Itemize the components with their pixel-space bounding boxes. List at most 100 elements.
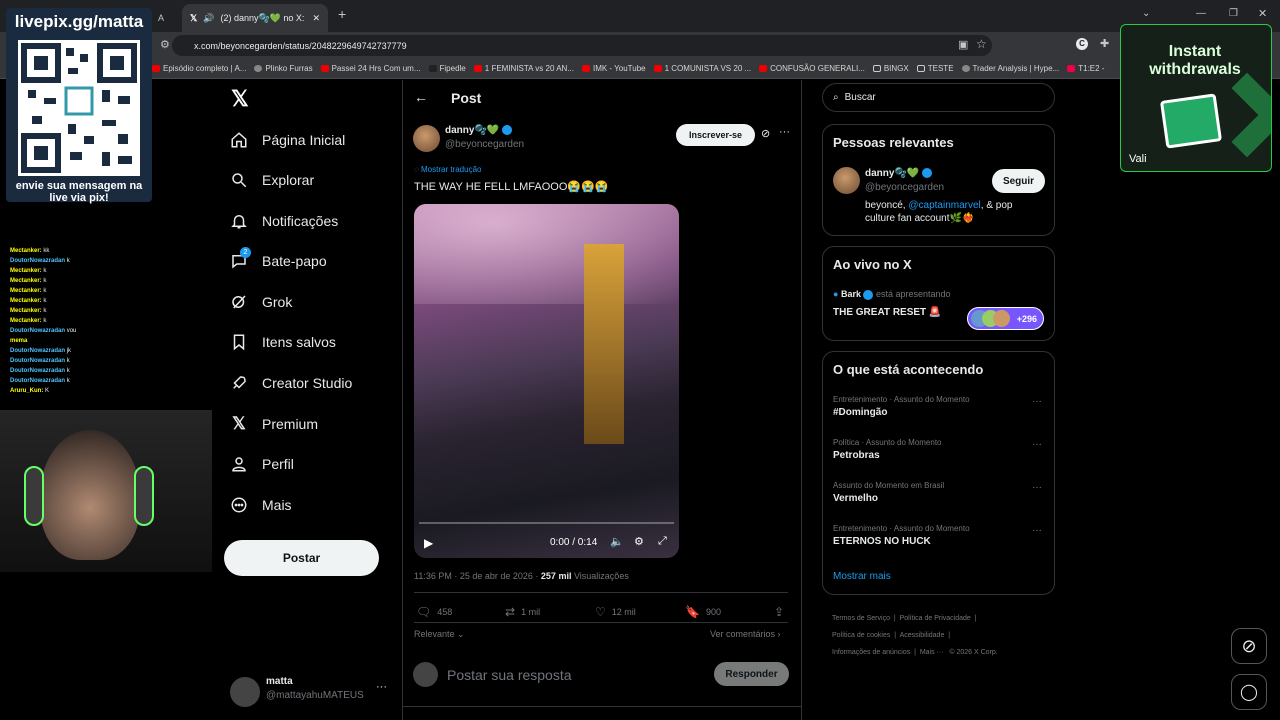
bookmark-item[interactable]: CONFUSÃO GENERALI... — [759, 64, 865, 73]
grok-fab[interactable]: ⊘ — [1231, 628, 1267, 664]
nav-more[interactable]: Mais — [230, 490, 292, 520]
chat-message: Mectanker: k — [10, 266, 150, 276]
live-host-row[interactable]: ● Bark está apresentando — [833, 289, 951, 300]
footer-link[interactable]: Termos de Serviço — [832, 615, 890, 622]
subscribe-button[interactable]: Inscrever-se — [676, 124, 755, 146]
chat-username: Mectanker: — [10, 288, 42, 294]
more-dots-icon[interactable]: ··· — [779, 126, 790, 138]
share-button[interactable]: ⇪ — [774, 605, 784, 619]
headphones-icon — [24, 466, 44, 526]
close-icon[interactable]: ✕ — [312, 13, 320, 24]
follow-button[interactable]: Seguir — [992, 169, 1045, 193]
window-close-icon[interactable]: ✕ — [1258, 7, 1267, 20]
person-name-row[interactable]: danny🫧💚 — [865, 168, 933, 179]
more-dots-icon[interactable]: ··· — [1032, 525, 1042, 536]
relevance-select[interactable]: Relevante ⌄ — [414, 629, 465, 640]
bookmark-item[interactable]: TESTE — [916, 64, 954, 73]
bookmark-item[interactable]: T1:E2 - — [1067, 64, 1104, 73]
trend-item[interactable]: Política · Assunto do Momento Petrobras — [833, 438, 942, 461]
nav-profile[interactable]: Perfil — [230, 449, 294, 479]
author-name-row[interactable]: danny🫧💚 — [445, 125, 513, 136]
translate-link[interactable]: ◌ Mostrar tradução — [414, 165, 481, 174]
nav-label: Itens salvos — [262, 334, 336, 350]
footer-link[interactable]: Política de Privacidade — [900, 615, 971, 622]
footer-link[interactable]: Acessibilidade — [900, 632, 945, 639]
bookmark-button[interactable]: 🔖 900 — [685, 605, 721, 619]
tab-label: (2) danny🫧💚 no X: "THE — [220, 12, 306, 23]
bookmark-item[interactable]: BINGX — [872, 64, 909, 73]
bookmark-item[interactable]: Passei 24 Hrs Com um... — [320, 64, 421, 73]
volume-icon[interactable]: 🔈 — [610, 535, 624, 548]
new-tab-button[interactable]: + — [338, 6, 346, 22]
bookmark-item[interactable]: Fipedle — [428, 64, 466, 73]
tab-active[interactable]: 𝕏 🔊 (2) danny🫧💚 no X: "THE ✕ — [182, 4, 328, 32]
post-button[interactable]: Postar — [224, 540, 379, 576]
chat-message: DoutorNowazradan jk — [10, 346, 150, 356]
nav-chat[interactable]: 2 Bate-papo — [230, 246, 327, 276]
extensions-icon[interactable]: ✚ — [1100, 37, 1109, 50]
account-switcher[interactable]: matta @mattayahuMATEUS ··· — [230, 675, 400, 709]
author-avatar[interactable] — [413, 125, 440, 152]
more-dots-icon[interactable]: ··· — [376, 681, 387, 693]
extension-c-icon[interactable]: C — [1076, 38, 1088, 50]
author-handle[interactable]: @beyoncegarden — [445, 139, 524, 150]
nav-home[interactable]: Página Inicial — [230, 125, 345, 155]
bookmark-item[interactable]: Plinko Furras — [254, 64, 313, 73]
nav-premium[interactable]: 𝕏 Premium — [230, 409, 318, 439]
reply-submit-button[interactable]: Responder — [714, 662, 789, 686]
maximize-icon[interactable]: ❐ — [1229, 8, 1238, 19]
bookmark-item[interactable]: 1 FEMINISTA vs 20 AN... — [473, 64, 574, 73]
view-quotes-link[interactable]: Ver comentários › — [710, 629, 781, 639]
repost-button[interactable]: ⇄ 1 mil — [505, 605, 540, 619]
minimize-icon[interactable]: — — [1196, 8, 1206, 19]
footer-link[interactable]: Informações de anúncios — [832, 649, 910, 656]
back-arrow-icon[interactable]: ← — [414, 89, 428, 105]
more-dots-icon[interactable]: ··· — [1032, 439, 1042, 450]
nav-notifications[interactable]: Notificações — [230, 206, 338, 236]
tab-search-icon[interactable]: ⌄ — [1142, 8, 1150, 19]
bookmark-label: Trader Analysis | Hype... — [972, 64, 1060, 73]
footer-link[interactable]: Mais ··· — [920, 649, 944, 656]
trend-item[interactable]: Entretenimento · Assunto do Momento #Dom… — [833, 395, 970, 418]
bookmark-label: CONFUSÃO GENERALI... — [770, 64, 865, 73]
nav-grok[interactable]: Grok — [230, 287, 292, 317]
nav-bookmarks[interactable]: Itens salvos — [230, 327, 336, 357]
nav-creator-studio[interactable]: Creator Studio — [230, 368, 352, 398]
search-input[interactable]: ⌕ Buscar — [822, 83, 1055, 112]
tab-previous[interactable]: A — [150, 4, 176, 32]
video-progress-track[interactable] — [419, 522, 674, 524]
bookmark-item[interactable]: 1 COMUNISTA VS 20 ... — [653, 64, 751, 73]
chat-badge: 2 — [240, 247, 251, 258]
bookmark-item[interactable]: IMK - YouTube — [581, 64, 646, 73]
reply-button[interactable]: 🗨 458 — [416, 605, 452, 619]
reply-input[interactable]: Postar sua resposta — [447, 667, 572, 683]
more-dots-icon[interactable]: ··· — [1032, 482, 1042, 493]
like-button[interactable]: ♡ 12 mil — [595, 605, 636, 619]
show-more-link[interactable]: Mostrar mais — [833, 571, 891, 582]
translate-icon: ◌ — [414, 165, 419, 174]
more-dots-icon[interactable]: ··· — [1032, 396, 1042, 407]
grok-icon[interactable]: ⊘ — [761, 127, 770, 140]
bookmark-item[interactable]: Trader Analysis | Hype... — [961, 64, 1060, 73]
search-placeholder: Buscar — [844, 92, 876, 103]
gear-icon[interactable]: ⚙ — [634, 535, 644, 548]
messages-fab[interactable]: ◯ — [1231, 674, 1267, 710]
footer-link[interactable]: Política de cookies — [832, 632, 890, 639]
star-icon[interactable]: ☆ — [976, 37, 987, 51]
nav-explore[interactable]: Explorar — [230, 165, 314, 195]
play-icon[interactable]: ▶ — [424, 536, 433, 550]
trend-item[interactable]: Entretenimento · Assunto do Momento ETER… — [833, 524, 970, 547]
x-logo-icon[interactable]: 𝕏 — [231, 86, 249, 112]
avatar[interactable] — [833, 167, 860, 194]
install-icon[interactable]: ▣ — [958, 38, 968, 51]
url-field[interactable]: x.com/beyoncegarden/status/2048229649742… — [172, 35, 992, 56]
live-listeners-pill[interactable]: +296 — [967, 307, 1044, 330]
live-show-title[interactable]: THE GREAT RESET 🚨 — [833, 307, 941, 318]
bio-mention-link[interactable]: @captainmarvel — [908, 200, 980, 211]
trend-item[interactable]: Assunto do Momento em Brasil Vermelho — [833, 481, 944, 504]
bio-text: beyoncé, — [865, 200, 909, 211]
settings-icon[interactable]: ⚙ — [160, 38, 170, 51]
fullscreen-icon[interactable]: ⤢ — [658, 535, 667, 548]
video-player[interactable]: ▶ 0:00 / 0:14 🔈 ⚙ ⤢ — [414, 204, 679, 558]
bookmark-item[interactable]: Episódio completo | A... — [152, 64, 246, 73]
